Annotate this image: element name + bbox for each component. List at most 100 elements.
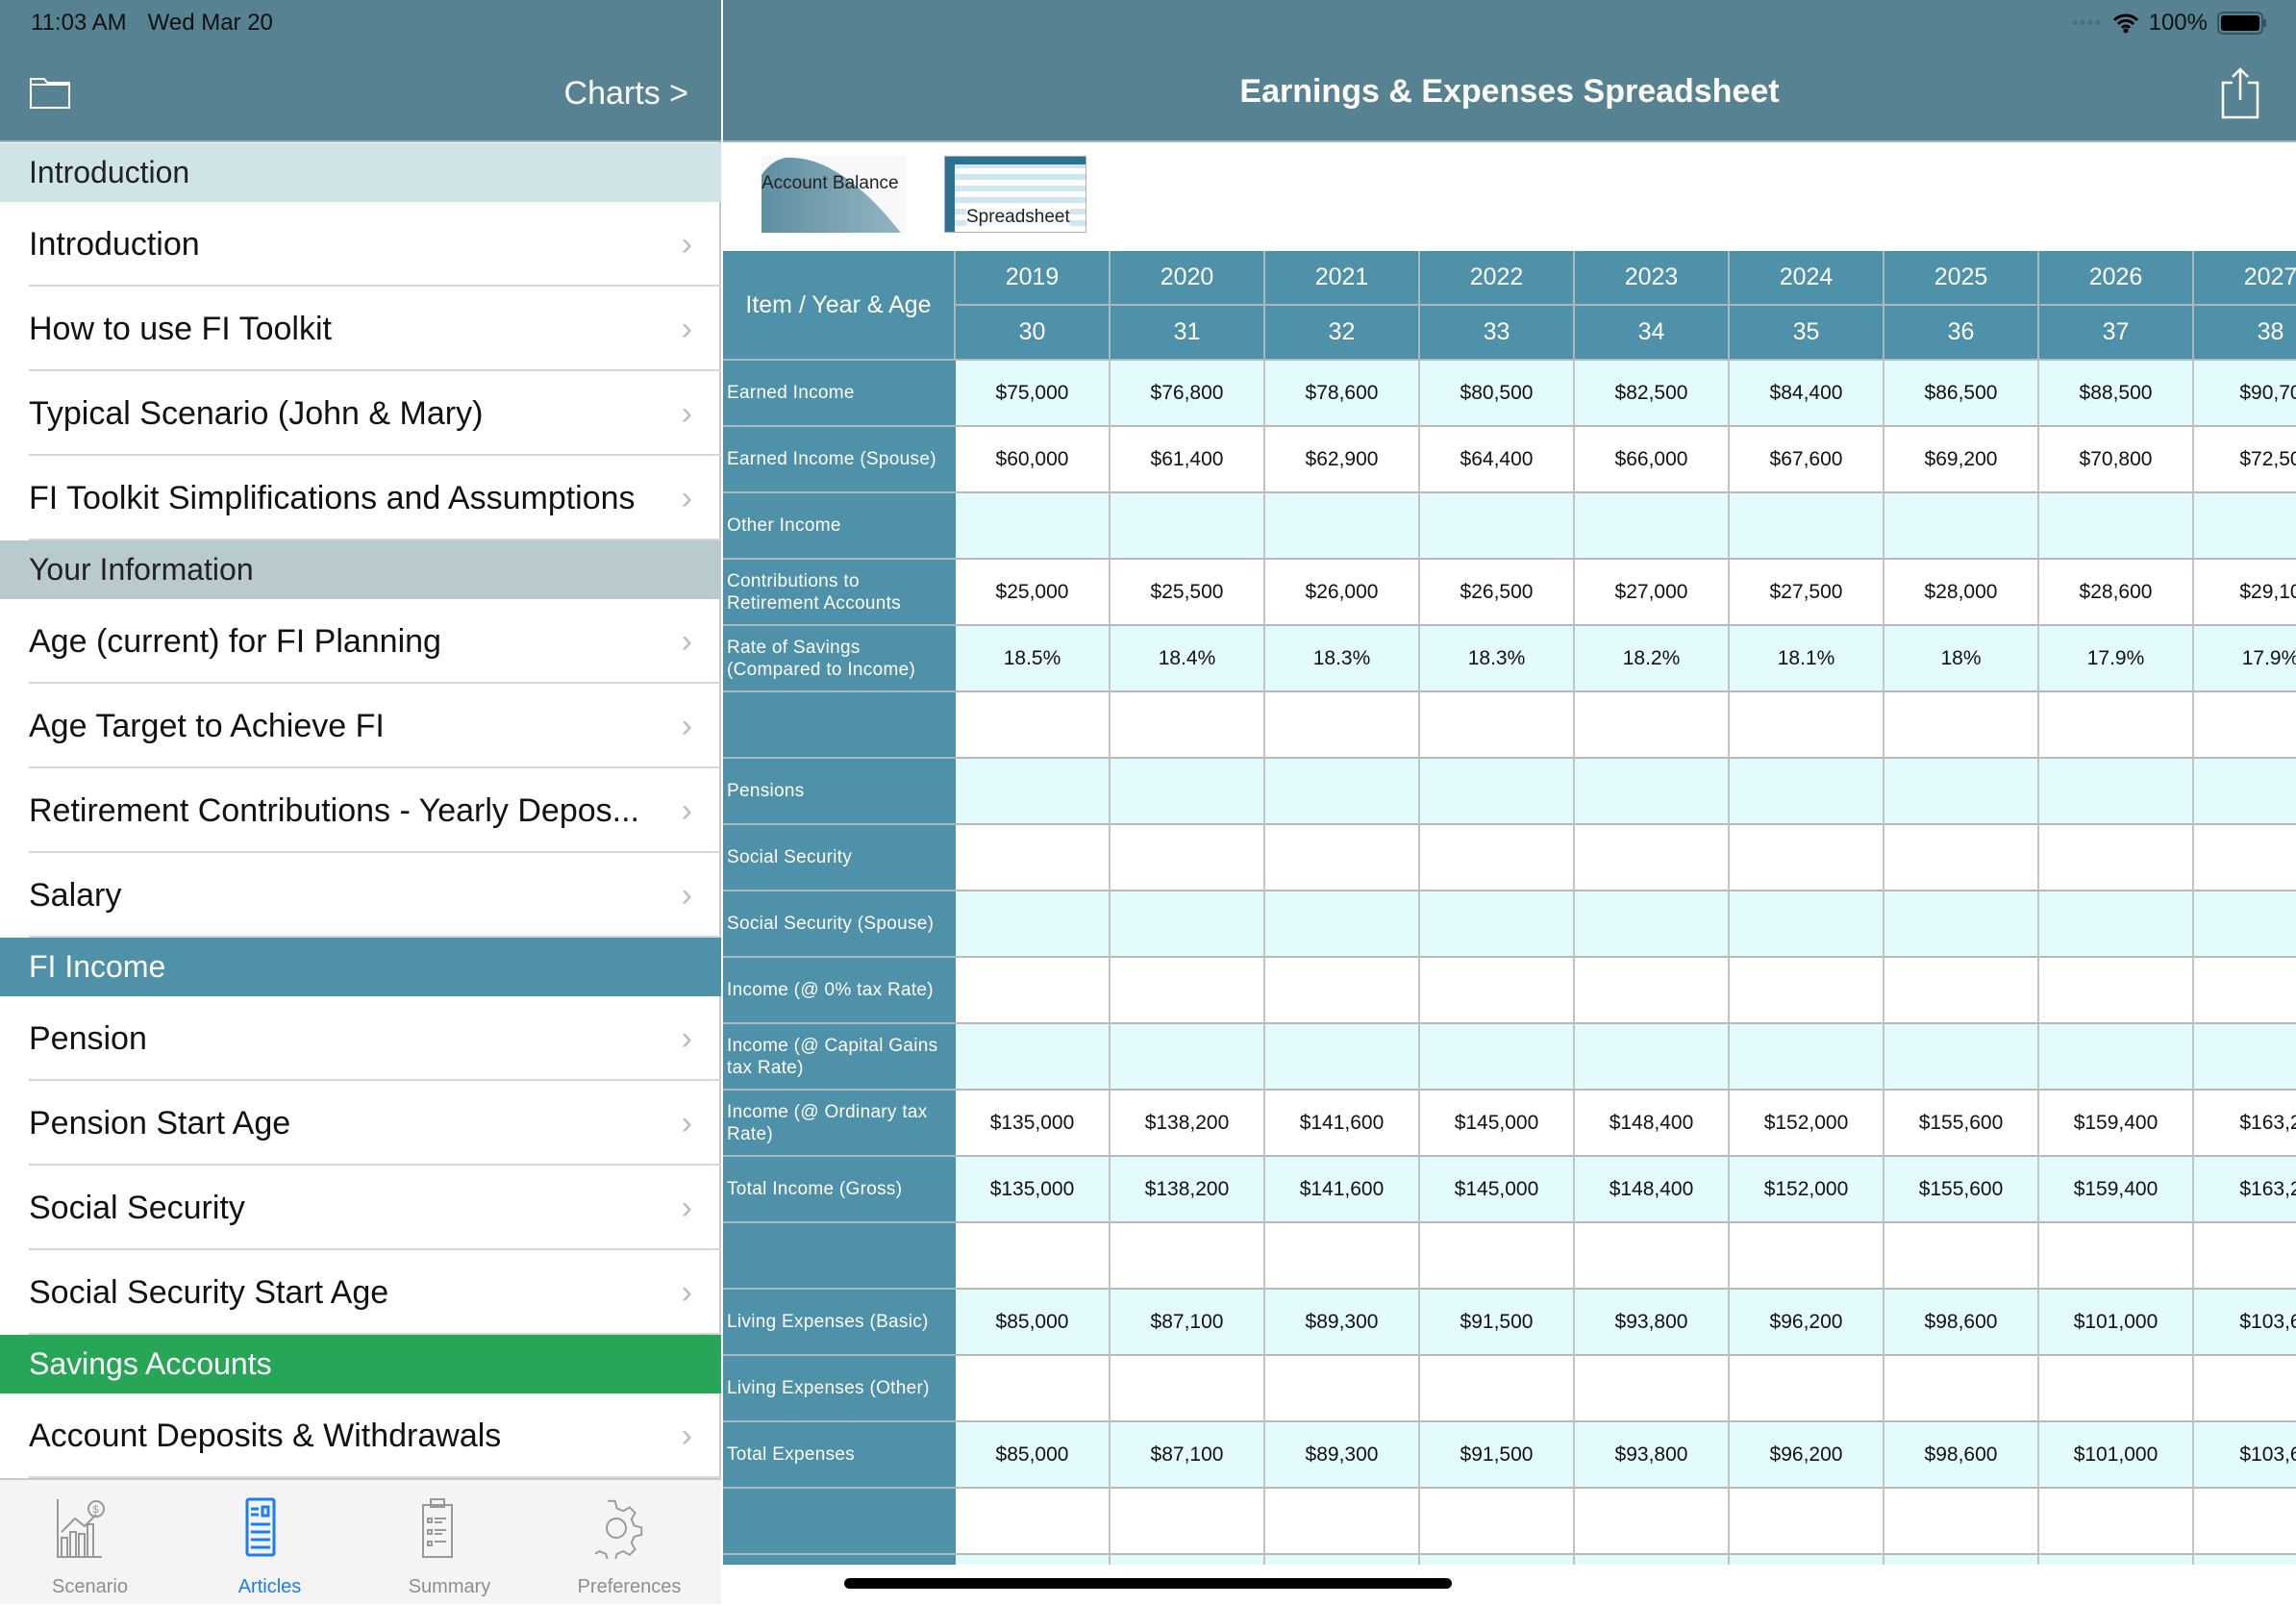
table-cell[interactable]: [1575, 1223, 1730, 1290]
table-cell[interactable]: [1884, 825, 2039, 891]
table-cell[interactable]: [956, 958, 1111, 1024]
table-cell[interactable]: $101,000: [2039, 1422, 2194, 1489]
table-cell[interactable]: $27,500: [1730, 560, 1884, 626]
table-cell[interactable]: [1420, 1356, 1575, 1422]
table-cell[interactable]: $26,500: [1420, 560, 1575, 626]
table-cell[interactable]: [1884, 1555, 2039, 1565]
table-cell[interactable]: $103,6: [2194, 1422, 2296, 1489]
table-cell[interactable]: [1730, 692, 1884, 759]
table-cell[interactable]: [2039, 692, 2194, 759]
list-item[interactable]: Age Target to Achieve FI ›: [0, 684, 721, 768]
table-cell[interactable]: [956, 692, 1111, 759]
table-cell[interactable]: $86,500: [1884, 361, 2039, 427]
table-cell[interactable]: [1265, 1555, 1420, 1565]
table-cell[interactable]: [1111, 825, 1265, 891]
table-cell[interactable]: [956, 1555, 1111, 1565]
table-cell[interactable]: $69,200: [1884, 427, 2039, 493]
table-cell[interactable]: $64,400: [1420, 427, 1575, 493]
table-cell[interactable]: [1420, 825, 1575, 891]
table-cell[interactable]: [1575, 1024, 1730, 1091]
table-cell[interactable]: [2039, 958, 2194, 1024]
table-cell[interactable]: $145,000: [1420, 1157, 1575, 1223]
table-cell[interactable]: $159,400: [2039, 1091, 2194, 1157]
table-cell[interactable]: $76,800: [1111, 361, 1265, 427]
table-cell[interactable]: [1884, 1223, 2039, 1290]
table-cell[interactable]: $101,000: [2039, 1290, 2194, 1356]
table-cell[interactable]: [2039, 1489, 2194, 1555]
table-cell[interactable]: [956, 891, 1111, 958]
table-cell[interactable]: $82,500: [1575, 361, 1730, 427]
table-cell[interactable]: [1265, 1356, 1420, 1422]
table-cell[interactable]: $85,000: [956, 1290, 1111, 1356]
table-cell[interactable]: [956, 825, 1111, 891]
tab-summary[interactable]: Summary: [360, 1480, 539, 1606]
table-cell[interactable]: [1420, 891, 1575, 958]
table-cell[interactable]: 17.9%: [2039, 626, 2194, 692]
table-cell[interactable]: 17.9%: [2194, 626, 2296, 692]
table-cell[interactable]: [1730, 891, 1884, 958]
table-cell[interactable]: [1575, 493, 1730, 560]
table-cell[interactable]: [1265, 692, 1420, 759]
spreadsheet-button[interactable]: Spreadsheet: [944, 156, 1086, 233]
table-cell[interactable]: $87,100: [1111, 1290, 1265, 1356]
table-cell[interactable]: $145,000: [1420, 1091, 1575, 1157]
table-cell[interactable]: [956, 1024, 1111, 1091]
table-cell[interactable]: $135,000: [956, 1091, 1111, 1157]
table-cell[interactable]: 18.1%: [1730, 626, 1884, 692]
table-cell[interactable]: [2194, 1555, 2296, 1565]
table-cell[interactable]: $66,000: [1575, 427, 1730, 493]
table-cell[interactable]: [1730, 493, 1884, 560]
table-cell[interactable]: $152,000: [1730, 1157, 1884, 1223]
table-cell[interactable]: $28,000: [1884, 560, 2039, 626]
table-cell[interactable]: $148,400: [1575, 1157, 1730, 1223]
table-cell[interactable]: [2194, 958, 2296, 1024]
table-cell[interactable]: [1265, 1223, 1420, 1290]
table-cell[interactable]: $29,10: [2194, 560, 2296, 626]
table-cell[interactable]: [956, 1489, 1111, 1555]
table-cell[interactable]: 18.3%: [1420, 626, 1575, 692]
table-cell[interactable]: [1884, 1489, 2039, 1555]
table-cell[interactable]: $148,400: [1575, 1091, 1730, 1157]
table-cell[interactable]: [1265, 825, 1420, 891]
table-cell[interactable]: $89,300: [1265, 1290, 1420, 1356]
table-cell[interactable]: [1575, 1356, 1730, 1422]
table-cell[interactable]: $67,600: [1730, 427, 1884, 493]
table-cell[interactable]: $91,500: [1420, 1422, 1575, 1489]
table-cell[interactable]: [1575, 825, 1730, 891]
table-cell[interactable]: [1420, 1555, 1575, 1565]
table-cell[interactable]: [1575, 958, 1730, 1024]
table-cell[interactable]: $135,000: [956, 1157, 1111, 1223]
table-cell[interactable]: $70,800: [2039, 427, 2194, 493]
table-cell[interactable]: [1265, 759, 1420, 825]
table-cell[interactable]: $96,200: [1730, 1422, 1884, 1489]
table-cell[interactable]: [2194, 1024, 2296, 1091]
table-cell[interactable]: 18.3%: [1265, 626, 1420, 692]
table-cell[interactable]: [1884, 493, 2039, 560]
table-cell[interactable]: [956, 759, 1111, 825]
table-cell[interactable]: $159,400: [2039, 1157, 2194, 1223]
table-cell[interactable]: $98,600: [1884, 1422, 2039, 1489]
table-cell[interactable]: [1884, 692, 2039, 759]
table-cell[interactable]: [1420, 958, 1575, 1024]
share-button[interactable]: [2221, 67, 2259, 124]
table-cell[interactable]: [1265, 1024, 1420, 1091]
table-cell[interactable]: [1884, 759, 2039, 825]
list-item[interactable]: Age (current) for FI Planning ›: [0, 599, 721, 684]
charts-link[interactable]: Charts >: [564, 75, 688, 113]
list-item[interactable]: Retirement Contributions - Yearly Depos.…: [0, 768, 721, 853]
table-cell[interactable]: [1111, 1223, 1265, 1290]
table-cell[interactable]: [2039, 1024, 2194, 1091]
table-cell[interactable]: 18.4%: [1111, 626, 1265, 692]
table-cell[interactable]: [1730, 1356, 1884, 1422]
table-cell[interactable]: [1111, 1489, 1265, 1555]
table-cell[interactable]: $78,600: [1265, 361, 1420, 427]
table-cell[interactable]: [2039, 825, 2194, 891]
table-cell[interactable]: $138,200: [1111, 1157, 1265, 1223]
table-cell[interactable]: [1420, 759, 1575, 825]
tab-preferences[interactable]: Preferences: [539, 1480, 719, 1606]
table-cell[interactable]: [2039, 1555, 2194, 1565]
tab-scenario[interactable]: $ Scenario: [0, 1480, 180, 1606]
table-cell[interactable]: [1884, 891, 2039, 958]
table-cell[interactable]: [1111, 891, 1265, 958]
table-cell[interactable]: $84,400: [1730, 361, 1884, 427]
